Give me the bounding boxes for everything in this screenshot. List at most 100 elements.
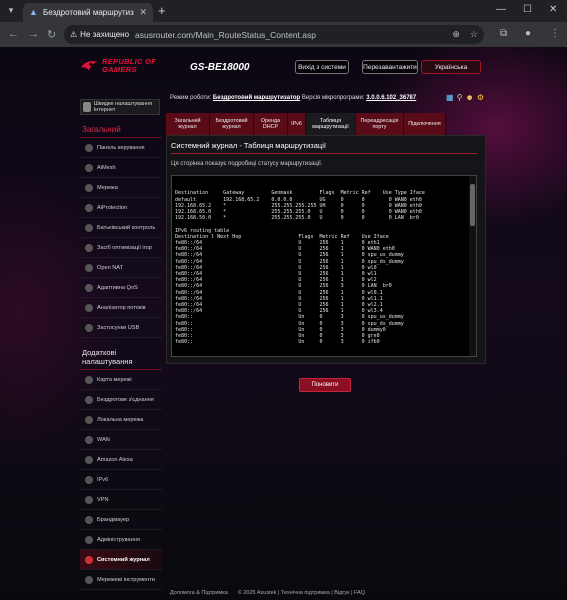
network-status-icon[interactable]: ▦ xyxy=(446,93,454,102)
back-icon[interactable]: ← xyxy=(8,28,19,40)
map-icon xyxy=(85,375,93,384)
sidebar-item-wan[interactable]: WAN xyxy=(80,430,162,450)
user-status-icon[interactable]: ☻ xyxy=(465,93,473,102)
sidebar-item-label: Мережеві інструменти xyxy=(97,576,155,583)
reload-icon[interactable]: ↻ xyxy=(47,28,56,41)
sidebar-item-firewall[interactable]: Брандмауер xyxy=(80,510,162,530)
forward-icon[interactable]: → xyxy=(28,28,39,40)
language-select[interactable]: Українська xyxy=(421,60,481,74)
tab-routing-table[interactable]: Таблиця маршрутизації xyxy=(306,113,356,135)
sidebar-item-qos[interactable]: Адаптивна QoS xyxy=(80,278,162,298)
close-tab-icon[interactable]: ✕ xyxy=(139,7,147,18)
sidebar-item-label: Аналізатор потоків xyxy=(97,304,146,311)
usb-status-icon[interactable]: ⚲ xyxy=(457,93,463,102)
new-tab-icon[interactable]: + xyxy=(158,4,166,17)
menu-dots-icon[interactable]: ⋮ xyxy=(550,28,560,39)
sidebar-item-wireless[interactable]: Бездротове з'єднання xyxy=(80,390,162,410)
sidebar-item-label: Брандмауер xyxy=(97,516,130,523)
sidebar-item-usb-apps[interactable]: Застосунки USB xyxy=(80,318,162,338)
browser-tab-strip: ▾ ▲ Бездротовий маршрутизатор A ✕ + — ☐ … xyxy=(0,0,567,22)
address-bar[interactable]: ⚠ Не захищено asusrouter.com/Main_RouteS… xyxy=(64,25,484,44)
extensions-icon[interactable]: ⧉ xyxy=(500,28,507,39)
tab-search-icon[interactable]: ▾ xyxy=(4,5,18,17)
help-link[interactable]: Допомога & Підтримка xyxy=(170,590,228,596)
sidebar-item-game-booster[interactable]: Засіб оптимізації ігор xyxy=(80,238,162,258)
sidebar-item-label: Open NAT xyxy=(97,264,124,271)
sidebar-item-network-map[interactable]: Карта мережі xyxy=(80,370,162,390)
sidebar-item-label: Локальна мережа xyxy=(97,416,144,423)
admin-icon xyxy=(85,535,93,544)
sidebar: Швидке налаштування Інтернет Загальний П… xyxy=(80,99,162,590)
log-line: fe80:: Un 0 3 0 ifb0 xyxy=(175,339,380,346)
sidebar-item-label: Засіб оптимізації ігор xyxy=(97,244,152,251)
firmware-label: Версія мікропрограми: xyxy=(301,95,365,101)
sidebar-item-dashboard[interactable]: Панель керування xyxy=(80,138,162,158)
sidebar-item-lan[interactable]: Локальна мережа xyxy=(80,410,162,430)
maximize-icon[interactable]: ☐ xyxy=(523,4,532,15)
shield-icon xyxy=(85,203,93,212)
ipv6-icon xyxy=(85,475,93,484)
sidebar-item-ipv6[interactable]: IPv6 xyxy=(80,470,162,490)
refresh-button[interactable]: Поновити xyxy=(299,378,351,392)
sidebar-item-aimesh[interactable]: AiMesh xyxy=(80,158,162,178)
network-icon xyxy=(85,183,93,192)
log-line: Destination Gateway Genmask Flags Metric… xyxy=(175,190,425,197)
vpn-icon xyxy=(85,495,93,504)
sidebar-item-label: WAN xyxy=(97,436,110,443)
tab-ipv6[interactable]: IPv6 xyxy=(288,113,306,135)
tab-dhcp-leases[interactable]: Оренда DHCP xyxy=(254,113,288,135)
gamepad-icon xyxy=(85,243,93,252)
reboot-button[interactable]: Перезавантажити xyxy=(362,60,418,74)
sidebar-item-label: Мережа xyxy=(97,184,118,191)
sidebar-item-label: Адаптивна QoS xyxy=(97,284,138,291)
sidebar-item-label: Карта мережі xyxy=(97,376,132,383)
minimize-icon[interactable]: — xyxy=(496,4,506,15)
logout-button[interactable]: Вихід з системи xyxy=(295,60,349,74)
sidebar-item-open-nat[interactable]: Open NAT xyxy=(80,258,162,278)
mode-value[interactable]: Бездротовий маршрутизатор xyxy=(213,95,300,101)
sidebar-item-vpn[interactable]: VPN xyxy=(80,490,162,510)
profile-icon[interactable]: ● xyxy=(525,28,531,39)
sidebar-item-label: Системний журнал xyxy=(97,556,150,563)
scrollbar-thumb[interactable] xyxy=(470,184,475,226)
tab-general-log[interactable]: Загальний журнал xyxy=(166,113,210,135)
log-scrollbar[interactable] xyxy=(469,176,476,356)
browser-tab[interactable]: ▲ Бездротовий маршрутизатор A ✕ xyxy=(23,3,153,22)
sidebar-item-network[interactable]: Мережа xyxy=(80,178,162,198)
status-icons: ▦ ⚲ ☻ ⚙ xyxy=(446,93,484,102)
sidebar-item-administration[interactable]: Адміністрування xyxy=(80,530,162,550)
bookmark-star-icon[interactable]: ☆ xyxy=(470,29,478,40)
security-label: Не захищено xyxy=(80,30,130,39)
settings-gear-icon[interactable]: ⚙ xyxy=(477,93,484,102)
security-indicator[interactable]: ⚠ Не захищено xyxy=(70,30,129,39)
tab-port-forwarding[interactable]: Переадресація порту xyxy=(356,113,404,135)
window-close-icon[interactable]: ✕ xyxy=(549,4,557,15)
rog-eye-icon xyxy=(80,61,98,71)
sidebar-item-traffic-analyzer[interactable]: Аналізатор потоків xyxy=(80,298,162,318)
rog-logo: REPUBLIC OF GAMERS xyxy=(80,57,156,75)
sidebar-item-network-tools[interactable]: Мережеві інструменти xyxy=(80,570,162,590)
general-menu: Панель керування AiMesh Мережа AiProtect… xyxy=(80,138,162,338)
sidebar-item-parental-control[interactable]: Батьківський контроль xyxy=(80,218,162,238)
tab-wireless-log[interactable]: Бездротовий журнал xyxy=(210,113,254,135)
sidebar-item-system-log[interactable]: Системний журнал xyxy=(80,550,162,570)
routing-log-textarea[interactable]: Destination Gateway Genmask Flags Metric… xyxy=(171,175,477,357)
translate-icon[interactable]: ⊕ xyxy=(452,29,460,40)
sidebar-item-label: IPv6 xyxy=(97,476,109,483)
firmware-value[interactable]: 3.0.0.6.102_36787 xyxy=(366,95,416,101)
sidebar-item-alexa[interactable]: Amazon Alexa xyxy=(80,450,162,470)
wizard-icon xyxy=(83,102,91,112)
router-header: REPUBLIC OF GAMERS GS-BE18000 Вихід з си… xyxy=(80,57,485,85)
footer: Допомога & Підтримка © 2025 Asustek | Те… xyxy=(170,590,365,596)
tab-connections[interactable]: Підключення xyxy=(404,113,446,135)
quick-setup-button[interactable]: Швидке налаштування Інтернет xyxy=(80,99,160,115)
page-title: Системний журнал - Таблиця маршрутизації xyxy=(171,141,326,150)
wifi-icon xyxy=(85,395,93,404)
lan-icon xyxy=(85,415,93,424)
sidebar-item-label: Батьківський контроль xyxy=(97,224,156,231)
copyright-text: © 2025 Asustek | Технічна підтримка | Ві… xyxy=(237,590,366,596)
sidebar-item-aiprotection[interactable]: AiProtection xyxy=(80,198,162,218)
url-text: asusrouter.com/Main_RouteStatus_Content.… xyxy=(135,29,316,40)
title-divider xyxy=(171,153,477,154)
log-icon xyxy=(85,555,93,564)
